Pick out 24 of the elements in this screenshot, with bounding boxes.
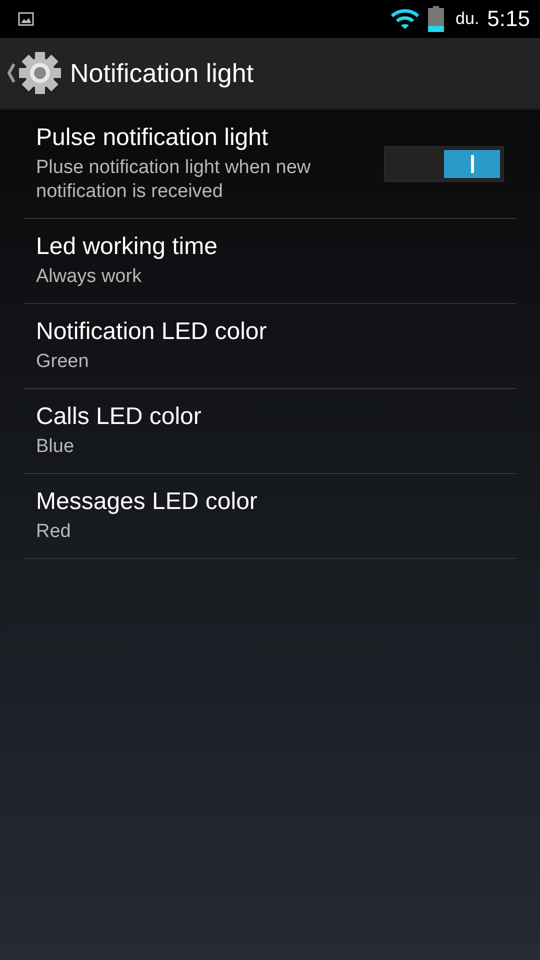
setting-item[interactable]: Messages LED color Red [24, 474, 516, 559]
setting-summary: Red [36, 520, 72, 544]
setting-item[interactable]: Notification LED color Green [24, 304, 516, 389]
back-icon[interactable] [6, 62, 16, 84]
screen-title: Notification light [70, 58, 254, 88]
setting-item[interactable]: Led working time Always work [24, 219, 516, 304]
setting-title: Notification LED color [36, 318, 268, 346]
setting-item[interactable]: Pulse notification light Pluse notification light when new notification is received [24, 110, 516, 219]
setting-summary: Always work [36, 265, 143, 289]
setting-summary: Green [36, 350, 90, 374]
setting-title: Messages LED color [36, 488, 258, 516]
wifi-icon [390, 8, 420, 30]
status-time: 5:15 [487, 6, 530, 32]
setting-title: Calls LED color [36, 403, 202, 431]
setting-summary: Pluse notification light when new notification is received [36, 156, 312, 204]
battery-icon [428, 6, 444, 32]
setting-title: Led working time [36, 233, 218, 261]
toggle-switch[interactable] [384, 146, 504, 182]
gear-icon[interactable] [18, 51, 62, 95]
status-day: du. [456, 9, 480, 29]
setting-title: Pulse notification light [36, 124, 270, 152]
gallery-icon [18, 12, 34, 26]
setting-summary: Blue [36, 435, 76, 459]
setting-item[interactable]: Calls LED color Blue [24, 389, 516, 474]
